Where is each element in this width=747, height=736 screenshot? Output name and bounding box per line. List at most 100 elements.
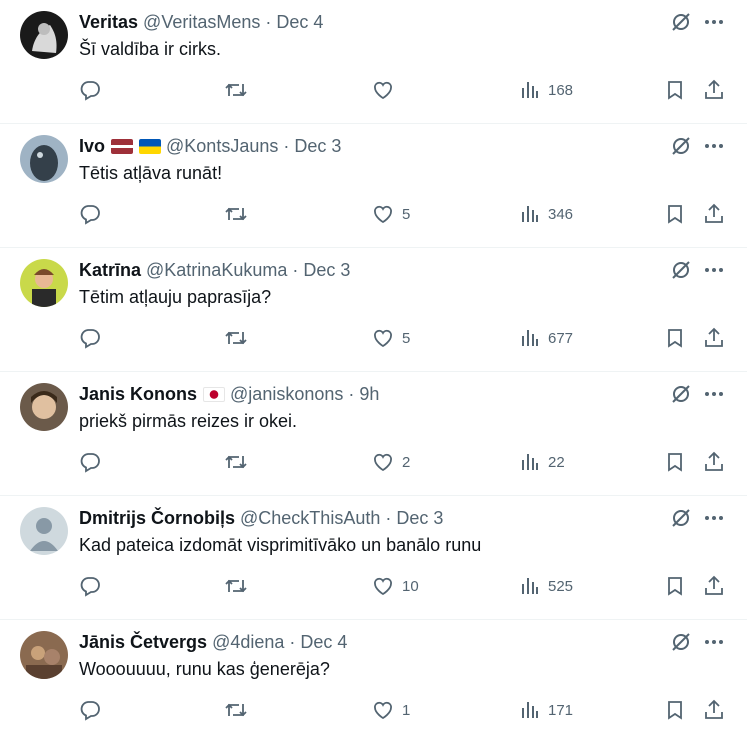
bookmark-button[interactable] bbox=[664, 698, 686, 722]
timestamp[interactable]: Dec 4 bbox=[300, 632, 347, 653]
display-name[interactable]: Dmitrijs Čornobiļs bbox=[79, 508, 235, 529]
share-button[interactable] bbox=[703, 326, 725, 350]
reply-button[interactable] bbox=[79, 698, 101, 722]
like-button[interactable] bbox=[372, 78, 402, 102]
grok-icon[interactable] bbox=[670, 259, 692, 281]
retweet-icon bbox=[224, 451, 248, 473]
retweet-button[interactable] bbox=[224, 698, 248, 722]
bookmark-button[interactable] bbox=[664, 202, 686, 226]
views-icon bbox=[520, 80, 540, 100]
avatar[interactable] bbox=[20, 383, 68, 431]
separator-dot: · bbox=[348, 383, 355, 404]
timestamp[interactable]: Dec 3 bbox=[303, 260, 350, 281]
reply-icon bbox=[79, 699, 101, 721]
display-name[interactable]: Janis Konons bbox=[79, 384, 197, 405]
tweet-text: Tētis atļāva runāt! bbox=[79, 163, 223, 183]
timestamp[interactable]: Dec 3 bbox=[396, 508, 443, 529]
reply-button[interactable] bbox=[79, 450, 101, 474]
views-button[interactable]: 346 bbox=[520, 202, 573, 226]
tweet-text: Kad pateica izdomāt visprimitīvāko un ba… bbox=[79, 535, 482, 555]
tweet[interactable]: Veritas @VeritasMens · Dec 4 Šī valdība … bbox=[0, 0, 747, 124]
more-icon[interactable] bbox=[703, 11, 725, 33]
views-icon bbox=[520, 328, 540, 348]
display-name[interactable]: Jānis Četvergs bbox=[79, 632, 207, 653]
views-button[interactable]: 525 bbox=[520, 574, 573, 598]
views-icon bbox=[520, 204, 540, 224]
retweet-icon bbox=[224, 203, 248, 225]
bookmark-icon bbox=[664, 451, 686, 473]
retweet-icon bbox=[224, 575, 248, 597]
tweet[interactable]: Katrīna @KatrinaKukuma · Dec 3 Tētim atļ… bbox=[0, 248, 747, 372]
tweet-header: Ivo @KontsJauns · Dec 3 bbox=[79, 135, 341, 157]
bookmark-icon bbox=[664, 327, 686, 349]
tweet[interactable]: Janis Konons @janiskonons · 9h priekš pi… bbox=[0, 372, 747, 496]
japan-flag-icon bbox=[203, 386, 226, 402]
user-handle[interactable]: @KontsJauns bbox=[166, 136, 278, 157]
tweet[interactable]: Dmitrijs Čornobiļs @CheckThisAuth · Dec … bbox=[0, 496, 747, 620]
tweet-header: Dmitrijs Čornobiļs @CheckThisAuth · Dec … bbox=[79, 507, 443, 529]
user-handle[interactable]: @KatrinaKukuma bbox=[146, 260, 287, 281]
share-button[interactable] bbox=[703, 574, 725, 598]
like-count: 5 bbox=[402, 329, 411, 347]
like-button[interactable]: 5 bbox=[372, 326, 410, 350]
user-handle[interactable]: @janiskonons bbox=[230, 384, 343, 405]
like-button[interactable]: 1 bbox=[372, 698, 410, 722]
display-name[interactable]: Ivo bbox=[79, 136, 105, 157]
retweet-button[interactable] bbox=[224, 574, 248, 598]
more-icon[interactable] bbox=[703, 259, 725, 281]
share-button[interactable] bbox=[703, 450, 725, 474]
retweet-button[interactable] bbox=[224, 450, 248, 474]
reply-button[interactable] bbox=[79, 78, 101, 102]
share-button[interactable] bbox=[703, 698, 725, 722]
tweet-header: Janis Konons @janiskonons · 9h bbox=[79, 383, 379, 405]
bookmark-button[interactable] bbox=[664, 450, 686, 474]
grok-icon[interactable] bbox=[670, 631, 692, 653]
grok-icon[interactable] bbox=[670, 135, 692, 157]
grok-icon[interactable] bbox=[670, 383, 692, 405]
timestamp[interactable]: Dec 4 bbox=[276, 12, 323, 33]
share-button[interactable] bbox=[703, 78, 725, 102]
grok-icon[interactable] bbox=[670, 507, 692, 529]
user-handle[interactable]: @VeritasMens bbox=[143, 12, 260, 33]
like-button[interactable]: 2 bbox=[372, 450, 410, 474]
more-icon[interactable] bbox=[703, 383, 725, 405]
more-icon[interactable] bbox=[703, 507, 725, 529]
views-button[interactable]: 22 bbox=[520, 450, 565, 474]
views-button[interactable]: 171 bbox=[520, 698, 573, 722]
reply-button[interactable] bbox=[79, 326, 101, 350]
avatar[interactable] bbox=[20, 11, 68, 59]
share-button[interactable] bbox=[703, 202, 725, 226]
reply-icon bbox=[79, 575, 101, 597]
bookmark-button[interactable] bbox=[664, 326, 686, 350]
more-icon[interactable] bbox=[703, 135, 725, 157]
tweet[interactable]: Jānis Četvergs @4diena · Dec 4 Wooouuuu,… bbox=[0, 620, 747, 736]
timestamp[interactable]: 9h bbox=[359, 384, 379, 405]
avatar[interactable] bbox=[20, 259, 68, 307]
avatar[interactable] bbox=[20, 507, 68, 555]
avatar[interactable] bbox=[20, 631, 68, 679]
bookmark-button[interactable] bbox=[664, 574, 686, 598]
reply-button[interactable] bbox=[79, 574, 101, 598]
like-icon bbox=[372, 699, 394, 721]
timestamp[interactable]: Dec 3 bbox=[294, 136, 341, 157]
retweet-button[interactable] bbox=[224, 202, 248, 226]
reply-button[interactable] bbox=[79, 202, 101, 226]
bookmark-button[interactable] bbox=[664, 78, 686, 102]
display-name[interactable]: Katrīna bbox=[79, 260, 141, 281]
user-handle[interactable]: @CheckThisAuth bbox=[240, 508, 380, 529]
bookmark-icon bbox=[664, 203, 686, 225]
grok-icon[interactable] bbox=[670, 11, 692, 33]
more-icon[interactable] bbox=[703, 631, 725, 653]
views-button[interactable]: 677 bbox=[520, 326, 573, 350]
avatar[interactable] bbox=[20, 135, 68, 183]
like-icon bbox=[372, 79, 394, 101]
retweet-button[interactable] bbox=[224, 78, 248, 102]
user-handle[interactable]: @4diena bbox=[212, 632, 284, 653]
views-button[interactable]: 168 bbox=[520, 78, 573, 102]
tweet-header: Katrīna @KatrinaKukuma · Dec 3 bbox=[79, 259, 350, 281]
like-button[interactable]: 10 bbox=[372, 574, 419, 598]
tweet[interactable]: Ivo @KontsJauns · Dec 3 Tētis atļāva run… bbox=[0, 124, 747, 248]
like-button[interactable]: 5 bbox=[372, 202, 410, 226]
display-name[interactable]: Veritas bbox=[79, 12, 138, 33]
retweet-button[interactable] bbox=[224, 326, 248, 350]
